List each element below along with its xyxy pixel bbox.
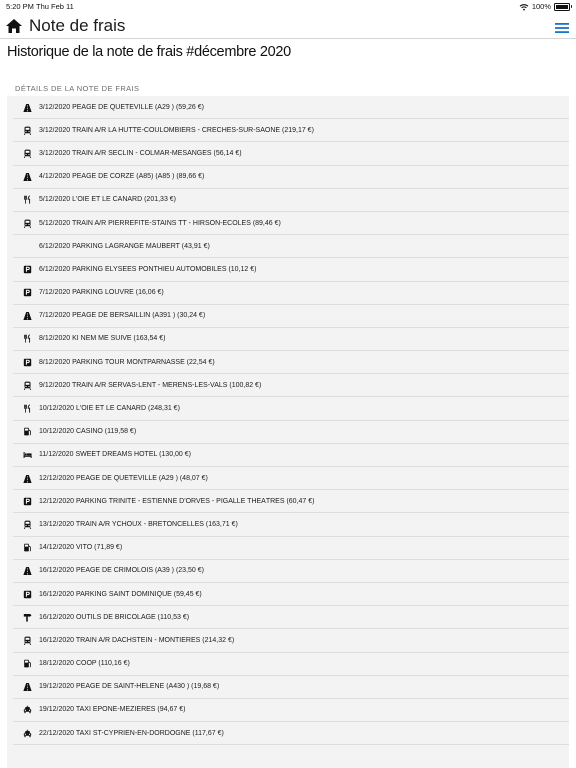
list-item[interactable]: 5/12/2020 TRAIN A/R PIERREFITE-STAINS TT… [13, 212, 569, 236]
home-icon[interactable] [5, 18, 23, 34]
list-item[interactable]: 3/12/2020 TRAIN A/R SECLIN - COLMAR-MÉSA… [13, 142, 569, 166]
list-item[interactable]: 16/12/2020 TRAIN A/R DACHSTEIN - MONTIÈR… [13, 629, 569, 653]
list-item-text: 18/12/2020 COOP (110,16 €) [39, 660, 130, 668]
road-icon [21, 101, 33, 113]
section-label: DÉTAILS DE LA NOTE DE FRAIS [15, 84, 140, 93]
list-item-text: 16/12/2020 PARKING SAINT DOMINIQUE (59,4… [39, 590, 202, 598]
list-item-text: 16/12/2020 PÉAGE DE CRIMOLOIS (A39 ) (23… [39, 567, 204, 575]
list-item[interactable]: 13/12/2020 TRAIN A/R YCHOUX - BRETONCELL… [13, 513, 569, 537]
list-item[interactable]: 4/12/2020 PÉAGE DE CORZÉ (A85) (A85 ) (8… [13, 166, 569, 189]
list-item[interactable]: 12/12/2020 PÉAGE DE QUETEVILLE (A29 ) (4… [13, 467, 569, 491]
fuel-icon [21, 542, 33, 554]
list-item[interactable]: 8/12/2020 PARKING TOUR MONTPARNASSE (22,… [13, 351, 569, 375]
list-item-text: 16/12/2020 TRAIN A/R DACHSTEIN - MONTIÈR… [39, 636, 235, 644]
list-item[interactable]: 16/12/2020 PARKING SAINT DOMINIQUE (59,4… [13, 583, 569, 607]
fuel-icon [21, 426, 33, 438]
wifi-icon [519, 3, 529, 10]
train-icon [21, 518, 33, 530]
list-item[interactable]: 19/12/2020 TAXI ÉPÔNE-MÉZIÈRES (94,67 €) [13, 699, 569, 723]
list-item-text: 10/12/2020 L'OIE ET LE CANARD (248,31 €) [39, 405, 180, 413]
list-item[interactable]: 14/12/2020 VITO (71,89 €) [13, 537, 569, 560]
list-item[interactable]: 10/12/2020 CASINO (119,58 €) [13, 421, 569, 444]
list-item-text: 6/12/2020 PARKING ELYSÉES PONTHIEU AUTOM… [39, 265, 257, 273]
list-item[interactable]: 12/12/2020 PARKING TRINITÉ - ESTIENNE D'… [13, 490, 569, 514]
list-item-text: 8/12/2020 PARKING TOUR MONTPARNASSE (22,… [39, 358, 215, 366]
list-item[interactable]: 16/12/2020 PÉAGE DE CRIMOLOIS (A39 ) (23… [13, 560, 569, 583]
list-item-text: 5/12/2020 L'OIE ET LE CANARD (201,33 €) [39, 196, 177, 204]
list-item[interactable]: 3/12/2020 PÉAGE DE QUETEVILLE (A29 ) (59… [13, 96, 569, 120]
nav-bar: Note de frais [0, 12, 576, 39]
list-item-text: 8/12/2020 KI NEM ME SUIVE (163,54 €) [39, 335, 166, 343]
status-bar: 5:20 PM Thu Feb 11 100% [0, 0, 576, 12]
road-icon [21, 472, 33, 484]
expense-list: 3/12/2020 PÉAGE DE QUETEVILLE (A29 ) (59… [7, 96, 569, 768]
list-item[interactable]: 19/12/2020 PÉAGE DE SAINT-HÉLÈNE (A430 )… [13, 676, 569, 699]
list-item-text: 14/12/2020 VITO (71,89 €) [39, 544, 123, 552]
list-item-text: 10/12/2020 CASINO (119,58 €) [39, 428, 137, 436]
parking-icon [21, 356, 33, 368]
list-item-text: 11/12/2020 SWEET DREAMS HOTEL (130,00 €) [39, 451, 191, 459]
train-icon [21, 124, 33, 136]
list-item[interactable]: 6/12/2020 PARKING LAGRANGE MAUBERT (43,9… [13, 235, 569, 259]
restaurant-icon [21, 333, 33, 345]
list-item[interactable]: 16/12/2020 OUTILS DE BRICOLAGE (110,53 €… [13, 606, 569, 630]
status-right: 100% [519, 2, 572, 11]
list-item[interactable]: 7/12/2020 PARKING LOUVRE (16,06 €) [13, 282, 569, 305]
page-title: Historique de la note de frais #décembre… [7, 44, 291, 60]
road-icon [21, 171, 33, 183]
list-item[interactable]: 18/12/2020 COOP (110,16 €) [13, 653, 569, 676]
restaurant-icon [21, 403, 33, 415]
list-item-text: 13/12/2020 TRAIN A/R YCHOUX - BRETONCELL… [39, 520, 238, 528]
hamburger-menu-icon[interactable] [554, 22, 570, 34]
parking-icon [21, 495, 33, 507]
list-item-text: 4/12/2020 PÉAGE DE CORZÉ (A85) (A85 ) (8… [39, 173, 205, 181]
list-item[interactable]: 9/12/2020 TRAIN A/R SERVAS-LENT - MÉRENS… [13, 374, 569, 398]
nav-title: Note de frais [29, 16, 126, 35]
list-item-text: 22/12/2020 TAXI ST-CYPRIEN-EN-DORDOGNE (… [39, 729, 224, 737]
list-item[interactable]: 6/12/2020 PARKING ELYSÉES PONTHIEU AUTOM… [13, 258, 569, 282]
list-item-text: 6/12/2020 PARKING LAGRANGE MAUBERT (43,9… [39, 242, 210, 250]
list-item[interactable]: 5/12/2020 L'OIE ET LE CANARD (201,33 €) [13, 189, 569, 212]
parking-icon [21, 588, 33, 600]
train-icon [21, 379, 33, 391]
list-item-text: 12/12/2020 PARKING TRINITÉ - ESTIENNE D'… [39, 497, 315, 505]
list-item-text: 19/12/2020 TAXI ÉPÔNE-MÉZIÈRES (94,67 €) [39, 706, 186, 714]
train-icon [21, 217, 33, 229]
parking-icon [21, 287, 33, 299]
list-item-text: 9/12/2020 TRAIN A/R SERVAS-LENT - MÉRENS… [39, 381, 262, 389]
list-item[interactable]: 11/12/2020 SWEET DREAMS HOTEL (130,00 €) [13, 444, 569, 467]
taxi-icon [21, 727, 33, 739]
list-item-text: 7/12/2020 PARKING LOUVRE (16,06 €) [39, 289, 164, 297]
list-item-text: 16/12/2020 OUTILS DE BRICOLAGE (110,53 €… [39, 613, 190, 621]
status-date: Thu Feb 11 [36, 2, 74, 11]
fuel-icon [21, 658, 33, 670]
list-item-text: 19/12/2020 PÉAGE DE SAINT-HÉLÈNE (A430 )… [39, 683, 220, 691]
restaurant-icon [21, 194, 33, 206]
status-time: 5:20 PM [6, 2, 34, 11]
road-icon [21, 310, 33, 322]
list-item-text: 3/12/2020 PÉAGE DE QUETEVILLE (A29 ) (59… [39, 103, 204, 111]
battery-icon [554, 2, 572, 11]
list-item-text: 5/12/2020 TRAIN A/R PIERREFITE-STAINS TT… [39, 219, 281, 227]
list-item[interactable]: 8/12/2020 KI NEM ME SUIVE (163,54 €) [13, 328, 569, 352]
list-item-text: 3/12/2020 TRAIN A/R SECLIN - COLMAR-MÉSA… [39, 149, 242, 157]
list-item[interactable]: 22/12/2020 TAXI ST-CYPRIEN-EN-DORDOGNE (… [13, 722, 569, 746]
list-item[interactable]: 10/12/2020 L'OIE ET LE CANARD (248,31 €) [13, 397, 569, 421]
parking-icon [21, 263, 33, 275]
road-icon [21, 681, 33, 693]
list-item-text: 12/12/2020 PÉAGE DE QUETEVILLE (A29 ) (4… [39, 474, 208, 482]
list-item-text: 7/12/2020 PÉAGE DE BERSAILLIN (A391 ) (3… [39, 312, 206, 320]
train-icon [21, 634, 33, 646]
train-icon [21, 147, 33, 159]
bed-icon [21, 449, 33, 461]
list-item-text: 3/12/2020 TRAIN A/R LA HUTTE-COULOMBIERS… [39, 126, 314, 134]
taxi-icon [21, 704, 33, 716]
road-icon [21, 565, 33, 577]
battery-percent: 100% [531, 2, 551, 11]
list-item[interactable]: 3/12/2020 TRAIN A/R LA HUTTE-COULOMBIERS… [13, 119, 569, 143]
tools-icon [21, 611, 33, 623]
list-item[interactable]: 7/12/2020 PÉAGE DE BERSAILLIN (A391 ) (3… [13, 305, 569, 328]
